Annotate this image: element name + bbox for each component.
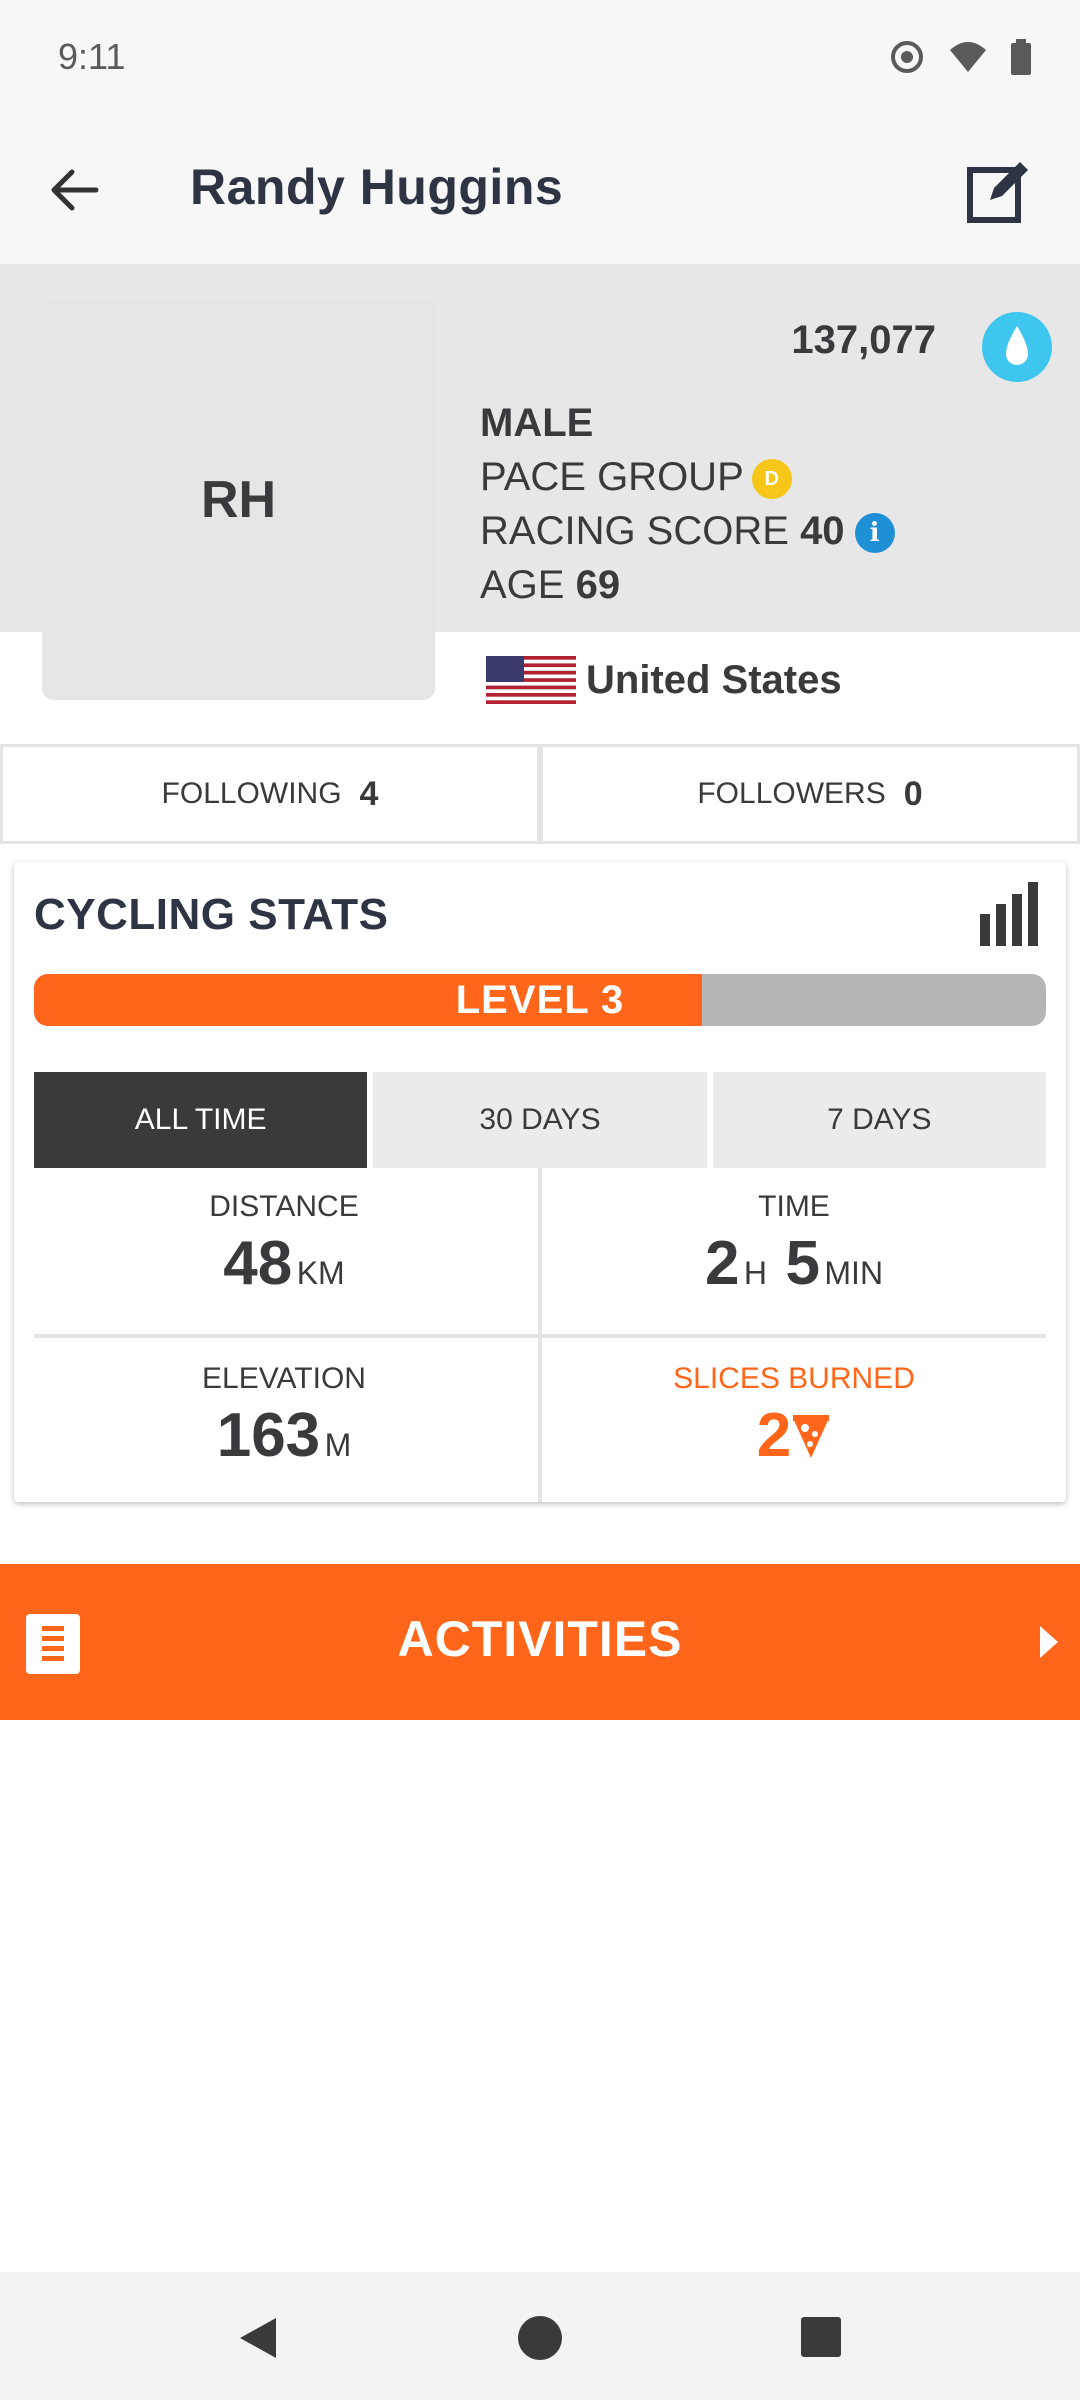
wifi-icon <box>950 42 986 72</box>
distance-unit: KM <box>296 1255 345 1291</box>
elevation-value: 163 <box>216 1401 321 1470</box>
time-minutes: 5 <box>785 1229 820 1298</box>
elevation-stat: ELEVATION 163 M <box>202 1362 366 1470</box>
followers-count: 0 <box>903 774 923 813</box>
pizza-icon <box>793 1414 830 1458</box>
slices-burned-stat: SLICES BURNED 2 <box>673 1362 915 1470</box>
level-label: LEVEL 3 <box>455 978 625 1022</box>
status-icons <box>888 38 1032 76</box>
followers-button[interactable]: FOLLOWERS 0 <box>540 744 1080 844</box>
time-stat: TIME 2 H 5 MIN <box>704 1190 884 1298</box>
following-button[interactable]: FOLLOWING 4 <box>0 744 540 844</box>
water-drop-icon <box>982 312 1052 382</box>
nav-back-icon[interactable] <box>236 2314 280 2362</box>
cycling-stats-title: CYCLING STATS <box>34 890 389 939</box>
time-hours: 2 <box>704 1229 740 1298</box>
follow-row: FOLLOWING 4 FOLLOWERS 0 <box>0 744 1080 844</box>
activities-label: ACTIVITIES <box>397 1611 683 1667</box>
tab-all-time[interactable]: ALL TIME <box>34 1072 368 1168</box>
racing-score: RACING SCORE 40 i <box>480 504 895 558</box>
age: AGE 69 <box>480 563 621 607</box>
pace-group-badge: D <box>751 459 792 500</box>
country: United States <box>486 656 842 704</box>
back-arrow-icon[interactable] <box>40 150 110 230</box>
tab-30-days[interactable]: 30 DAYS <box>373 1072 707 1168</box>
distance-value: 48 <box>223 1229 293 1298</box>
distance-stat: DISTANCE 48 KM <box>209 1190 359 1298</box>
avatar-initials: RH <box>200 471 277 529</box>
status-time: 9:11 <box>58 36 126 77</box>
page-title: Randy Huggins <box>190 159 564 215</box>
info-icon[interactable]: i <box>854 513 895 554</box>
nav-home-icon[interactable] <box>516 2314 564 2362</box>
gender: MALE <box>480 401 594 445</box>
us-flag-icon <box>486 656 576 704</box>
stats-divider-horizontal <box>34 1334 1046 1338</box>
edit-icon[interactable] <box>966 158 1032 224</box>
following-count: 4 <box>359 774 379 813</box>
time-range-tabs: ALL TIME 30 DAYS 7 DAYS <box>34 1072 1046 1168</box>
nav-recents-icon[interactable] <box>800 2316 842 2358</box>
drops-count: 137,077 <box>791 318 936 362</box>
elevation-unit: M <box>324 1427 352 1463</box>
tab-7-days[interactable]: 7 DAYS <box>712 1072 1046 1168</box>
bar-chart-icon[interactable] <box>978 880 1046 948</box>
pace-group: PACE GROUP D <box>480 450 895 504</box>
profile-info: MALE PACE GROUP D RACING SCORE 40 i AGE 69 <box>480 396 895 612</box>
slices-value: 2 <box>756 1401 792 1470</box>
chevron-right-icon <box>1040 1626 1058 1658</box>
level-progress-bar: LEVEL 3 <box>34 974 1046 1026</box>
country-name: United States <box>586 657 842 702</box>
battery-icon <box>1011 39 1031 75</box>
location-icon <box>891 41 923 73</box>
